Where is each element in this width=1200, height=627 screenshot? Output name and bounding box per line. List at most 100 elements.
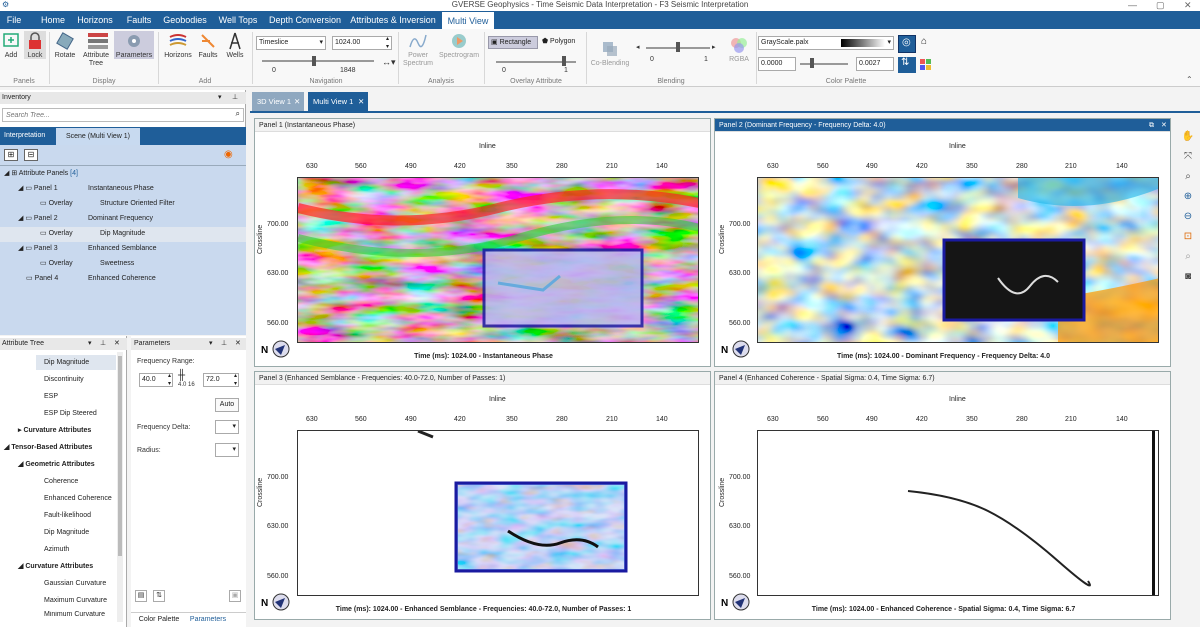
add-faults-button[interactable]: Faults: [196, 31, 220, 59]
panel-menu-icon[interactable]: ▾: [88, 338, 92, 350]
scrollbar-thumb[interactable]: [118, 356, 122, 556]
tree-overlay-3[interactable]: ▭ Overlay: [40, 257, 73, 271]
blending-slider-thumb[interactable]: [676, 42, 680, 52]
collapse-all-button[interactable]: ⊟: [24, 149, 38, 161]
attr-azimuth[interactable]: Azimuth: [44, 543, 69, 557]
sort-icon[interactable]: ⇅: [153, 590, 165, 602]
tree-overlay-2[interactable]: ▭ Overlay: [40, 227, 73, 241]
lock-panel-button[interactable]: Lock: [24, 31, 46, 59]
palette-range-slider[interactable]: [800, 63, 848, 65]
overlay-slider-thumb[interactable]: [562, 56, 566, 66]
panel-2[interactable]: Panel 2 (Dominant Frequency - Frequency …: [714, 118, 1171, 367]
seismic-image-panel-2[interactable]: [757, 177, 1159, 343]
attr-coherence[interactable]: Coherence: [44, 475, 78, 489]
search-tree-field[interactable]: ⌕: [2, 108, 244, 122]
attr-dip-magnitude[interactable]: Dip Magnitude: [44, 356, 89, 370]
save-icon[interactable]: ▣: [229, 590, 241, 602]
color-palette-icon[interactable]: ▤: [135, 590, 147, 602]
add-wells-button[interactable]: Wells: [222, 31, 248, 59]
tree-overlay-1[interactable]: ▭ Overlay: [40, 197, 73, 211]
navigation-slider[interactable]: [262, 60, 374, 62]
tab-interpretation[interactable]: Interpretation: [4, 127, 54, 145]
zoom-out-icon[interactable]: ⊖: [1181, 210, 1195, 224]
pin-icon[interactable]: ⊥: [232, 92, 238, 104]
close-icon[interactable]: ✕: [235, 338, 241, 350]
attr-group-curvature[interactable]: ▸ Curvature Attributes: [18, 424, 91, 438]
co-blending-button[interactable]: Co-Blending: [588, 31, 632, 67]
blending-left-arrow[interactable]: ◂: [636, 43, 640, 51]
camera-icon[interactable]: ◙: [1181, 270, 1195, 284]
palette-grid-button[interactable]: [918, 57, 936, 73]
tab-parameters[interactable]: Parameters: [187, 613, 229, 627]
menu-depth-conversion[interactable]: Depth Conversion: [266, 11, 344, 29]
fit-view-icon[interactable]: ⤧: [1181, 150, 1195, 164]
menu-horizons[interactable]: Horizons: [74, 11, 116, 29]
zoom-previous-icon[interactable]: ⌕: [1181, 250, 1195, 264]
palette-flip-button[interactable]: ⇅: [898, 57, 916, 73]
tab-multi-view[interactable]: Multi View 1 ✕: [308, 92, 368, 111]
attr-esp[interactable]: ESP: [44, 390, 58, 404]
overlay-rectangle[interactable]: [942, 238, 1086, 322]
attr-dip-magnitude-2[interactable]: Dip Magnitude: [44, 526, 89, 540]
attribute-tree-scrollbar[interactable]: [117, 352, 123, 622]
attr-group-geometric[interactable]: ◢ Geometric Attributes: [18, 458, 95, 472]
step-arrows-icon[interactable]: ↔▾: [382, 57, 396, 68]
palette-min-thumb[interactable]: [810, 58, 814, 68]
menu-home[interactable]: Home: [36, 11, 70, 29]
tab-scene[interactable]: Scene (Multi View 1): [56, 128, 140, 145]
minimize-button[interactable]: —: [1128, 0, 1137, 10]
pin-icon[interactable]: ⊥: [100, 338, 106, 350]
pin-icon[interactable]: ⊥: [221, 338, 227, 350]
palette-min-input[interactable]: 0.0000: [758, 57, 796, 71]
panel-menu-icon[interactable]: ▾: [209, 338, 213, 350]
blending-right-arrow[interactable]: ▸: [712, 43, 716, 51]
zoom-extent-icon[interactable]: ⊡: [1181, 230, 1195, 244]
close-window-button[interactable]: ✕: [1184, 0, 1192, 10]
radius-select[interactable]: ▾: [215, 443, 239, 457]
close-icon[interactable]: ✕: [1161, 119, 1167, 132]
attr-maximum-curvature[interactable]: Maximum Curvature: [44, 594, 107, 608]
spectrogram-button[interactable]: Spectrogram: [438, 31, 480, 59]
menu-faults[interactable]: Faults: [122, 11, 156, 29]
maximize-button[interactable]: ▢: [1156, 0, 1165, 10]
menu-attributes-inversion[interactable]: Attributes & Inversion: [348, 11, 438, 29]
auto-button[interactable]: Auto: [215, 398, 239, 412]
close-tab-icon[interactable]: ✕: [358, 92, 364, 111]
panel-menu-icon[interactable]: ▾: [218, 92, 222, 104]
rectangle-overlay-button[interactable]: ▣ Rectangle: [488, 36, 538, 49]
zoom-in-icon[interactable]: ⊕: [1181, 190, 1195, 204]
tab-color-palette[interactable]: Color Palette: [133, 613, 185, 627]
palette-max-input[interactable]: 0.0027: [856, 57, 894, 71]
add-horizons-button[interactable]: Horizons: [162, 31, 194, 59]
search-tree-input[interactable]: [3, 109, 223, 121]
rotate-button[interactable]: Rotate: [52, 31, 78, 59]
freq-min-input[interactable]: 40.0 ▴ ▾: [139, 373, 173, 387]
close-icon[interactable]: ✕: [114, 338, 120, 350]
panel-1[interactable]: Panel 1 (Instantaneous Phase) Inline 630…: [254, 118, 711, 367]
rgba-button[interactable]: RGBA: [726, 31, 752, 63]
tree-panel-3[interactable]: ◢ ▭ Panel 3: [18, 242, 58, 256]
tree-attribute-panels[interactable]: ◢ ⊞ Attribute Panels [4]: [4, 167, 78, 181]
seismic-image-panel-3[interactable]: [297, 430, 699, 596]
menu-well-tops[interactable]: Well Tops: [214, 11, 262, 29]
seismic-image-panel-1[interactable]: [297, 177, 699, 343]
panel-4[interactable]: Panel 4 (Enhanced Coherence - Spatial Si…: [714, 371, 1171, 620]
parameters-button[interactable]: Parameters: [114, 31, 154, 59]
tree-panel-1[interactable]: ◢ ▭ Panel 1: [18, 182, 58, 196]
close-tab-icon[interactable]: ✕: [294, 92, 300, 111]
navigation-slider-thumb[interactable]: [312, 56, 316, 66]
seismic-image-panel-4[interactable]: [757, 430, 1159, 596]
menu-multi-view[interactable]: Multi View: [442, 12, 494, 29]
attr-enhanced-coherence[interactable]: Enhanced Coherence: [44, 492, 112, 506]
collapse-ribbon-icon[interactable]: ⌃: [1186, 75, 1193, 84]
attr-group-curvature-2[interactable]: ◢ Curvature Attributes: [18, 560, 93, 574]
slice-mode-select[interactable]: Timeslice ▾: [256, 36, 326, 50]
restore-icon[interactable]: ⧉: [1149, 119, 1154, 132]
menu-geobodies[interactable]: Geobodies: [160, 11, 210, 29]
pan-hand-icon[interactable]: ✋: [1181, 130, 1195, 144]
attr-fault-likelihood[interactable]: Fault-likelihood: [44, 509, 91, 523]
histogram-button[interactable]: ⌂: [918, 35, 936, 53]
panel-3[interactable]: Panel 3 (Enhanced Semblance - Frequencie…: [254, 371, 711, 620]
palette-settings-button[interactable]: ◎: [898, 35, 916, 53]
freq-max-input[interactable]: 72.0 ▴ ▾: [203, 373, 239, 387]
